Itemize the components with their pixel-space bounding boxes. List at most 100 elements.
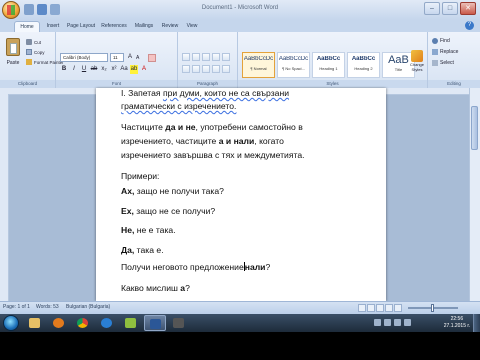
show-desktop-button[interactable] bbox=[473, 314, 480, 332]
tray-flag-icon[interactable] bbox=[384, 319, 391, 326]
line-spacing-icon[interactable] bbox=[222, 65, 230, 73]
find-button[interactable]: Find bbox=[432, 38, 450, 44]
undo-icon[interactable] bbox=[37, 4, 47, 15]
tab-view[interactable]: View bbox=[182, 21, 202, 32]
tray-network-icon[interactable] bbox=[394, 319, 401, 326]
status-page[interactable]: Page: 1 of 1 bbox=[3, 304, 30, 310]
select-button[interactable]: Select bbox=[432, 60, 454, 66]
taskbar-app[interactable] bbox=[120, 315, 142, 331]
status-words[interactable]: Words: 53 bbox=[36, 304, 59, 310]
decrease-indent-icon[interactable] bbox=[212, 53, 220, 61]
close-button[interactable]: ✕ bbox=[460, 2, 476, 15]
font-format-row: B I U ab x₂ x² Aa ab A bbox=[60, 65, 148, 74]
print-layout-view-icon[interactable] bbox=[358, 304, 366, 312]
taskbar: 22:56 27.1.2015 г. bbox=[0, 314, 480, 332]
numbering-icon[interactable] bbox=[192, 53, 200, 61]
style-heading-2[interactable]: AaBbCc Heading 2 bbox=[347, 52, 380, 78]
zoom-slider[interactable] bbox=[408, 304, 458, 312]
bold-button[interactable]: B bbox=[60, 65, 68, 74]
style-no-spacing[interactable]: AaBbCcDc ¶ No Spaci... bbox=[277, 52, 310, 78]
font-name-box[interactable]: Calibri (Body) bbox=[60, 53, 108, 62]
tray-volume-icon[interactable] bbox=[404, 319, 411, 326]
media-player-icon bbox=[53, 318, 64, 328]
clock-time: 22:56 bbox=[450, 316, 464, 322]
tab-mailings[interactable]: Mailings bbox=[130, 21, 158, 32]
maximize-button[interactable]: □ bbox=[442, 2, 458, 15]
tab-page-layout[interactable]: Page Layout bbox=[64, 21, 98, 32]
ribbon-tabs: Home Insert Page Layout References Maili… bbox=[0, 20, 480, 32]
italic-button[interactable]: I bbox=[70, 65, 78, 74]
doc-line-examples: Примери: bbox=[121, 171, 160, 181]
clock[interactable]: 22:56 27.1.2015 г. bbox=[444, 316, 470, 330]
web-layout-view-icon[interactable] bbox=[376, 304, 384, 312]
window-controls: – □ ✕ bbox=[424, 2, 476, 15]
document-page[interactable]: I. Запетая при думи, които не са свързан… bbox=[96, 88, 386, 301]
save-icon[interactable] bbox=[24, 4, 34, 15]
doc-example-6: Какво мислиш а? bbox=[121, 283, 190, 293]
scrollbar-thumb[interactable] bbox=[471, 106, 478, 150]
editing-group: Find Replace Select Editing bbox=[428, 32, 480, 88]
clipboard-icon bbox=[6, 38, 20, 56]
font-color-button[interactable]: A bbox=[140, 65, 148, 74]
tab-home[interactable]: Home bbox=[14, 21, 40, 32]
doc-line-3: Частиците да и не, употребени самостойно… bbox=[121, 122, 303, 132]
tab-references[interactable]: References bbox=[98, 21, 130, 32]
vertical-ruler[interactable] bbox=[0, 94, 9, 301]
taskbar-explorer[interactable] bbox=[24, 315, 46, 331]
view-buttons bbox=[358, 304, 402, 312]
draft-view-icon[interactable] bbox=[394, 304, 402, 312]
multilevel-list-icon[interactable] bbox=[202, 53, 210, 61]
office-logo-icon bbox=[7, 5, 15, 15]
change-case-button[interactable]: Aa bbox=[120, 65, 128, 74]
tab-insert[interactable]: Insert bbox=[42, 21, 64, 32]
outline-view-icon[interactable] bbox=[385, 304, 393, 312]
tab-review[interactable]: Review bbox=[158, 21, 182, 32]
justify-icon[interactable] bbox=[212, 65, 220, 73]
grow-font-icon[interactable]: A bbox=[128, 54, 132, 60]
paste-button[interactable]: Paste bbox=[3, 36, 23, 72]
center-icon[interactable] bbox=[192, 65, 200, 73]
start-button[interactable] bbox=[3, 315, 19, 331]
redo-icon[interactable] bbox=[50, 4, 60, 15]
font-size-box[interactable]: 11 bbox=[110, 53, 124, 62]
taskbar-word[interactable] bbox=[144, 315, 166, 331]
format-painter-icon bbox=[26, 59, 32, 65]
status-language[interactable]: Bulgarian (Bulgaria) bbox=[66, 304, 110, 310]
taskbar-ie[interactable] bbox=[96, 315, 118, 331]
superscript-button[interactable]: x² bbox=[110, 65, 118, 74]
doc-example-3: Не, не е така. bbox=[121, 225, 176, 235]
tray-icons bbox=[374, 319, 411, 326]
minimize-button[interactable]: – bbox=[424, 2, 440, 15]
office-button[interactable] bbox=[2, 1, 20, 19]
underline-button[interactable]: U bbox=[80, 65, 88, 74]
align-right-icon[interactable] bbox=[202, 65, 210, 73]
style-normal[interactable]: AaBbCcDc ¶ Normal bbox=[242, 52, 275, 78]
cut-button[interactable]: Cut bbox=[26, 39, 41, 45]
change-styles-button[interactable]: Change Styles bbox=[408, 48, 426, 82]
copy-button[interactable]: Copy bbox=[26, 49, 45, 55]
style-heading-1[interactable]: AaBbCc Heading 1 bbox=[312, 52, 345, 78]
strikethrough-button[interactable]: ab bbox=[90, 65, 98, 74]
taskbar-media[interactable] bbox=[48, 315, 70, 331]
vertical-scrollbar[interactable] bbox=[469, 88, 480, 301]
paste-label: Paste bbox=[6, 60, 20, 66]
subscript-button[interactable]: x₂ bbox=[100, 65, 108, 74]
align-left-icon[interactable] bbox=[182, 65, 190, 73]
bullets-icon[interactable] bbox=[182, 53, 190, 61]
replace-icon bbox=[432, 49, 438, 55]
taskbar-chrome[interactable] bbox=[72, 315, 94, 331]
scissors-icon bbox=[26, 39, 32, 45]
shrink-font-icon[interactable]: A bbox=[136, 55, 139, 61]
quick-access-toolbar bbox=[24, 4, 60, 16]
help-icon[interactable]: ? bbox=[465, 21, 474, 30]
increase-indent-icon[interactable] bbox=[222, 53, 230, 61]
clipboard-group-label: Clipboard bbox=[0, 80, 55, 88]
highlight-button[interactable]: ab bbox=[130, 65, 138, 74]
full-screen-view-icon[interactable] bbox=[367, 304, 375, 312]
doc-example-1: Ах, защо не получи така? bbox=[121, 186, 224, 196]
tray-language-icon[interactable] bbox=[374, 319, 381, 326]
taskbar-recorder[interactable] bbox=[168, 315, 190, 331]
clear-formatting-icon[interactable] bbox=[148, 54, 156, 62]
replace-button[interactable]: Replace bbox=[432, 49, 458, 55]
word-icon bbox=[150, 319, 161, 329]
